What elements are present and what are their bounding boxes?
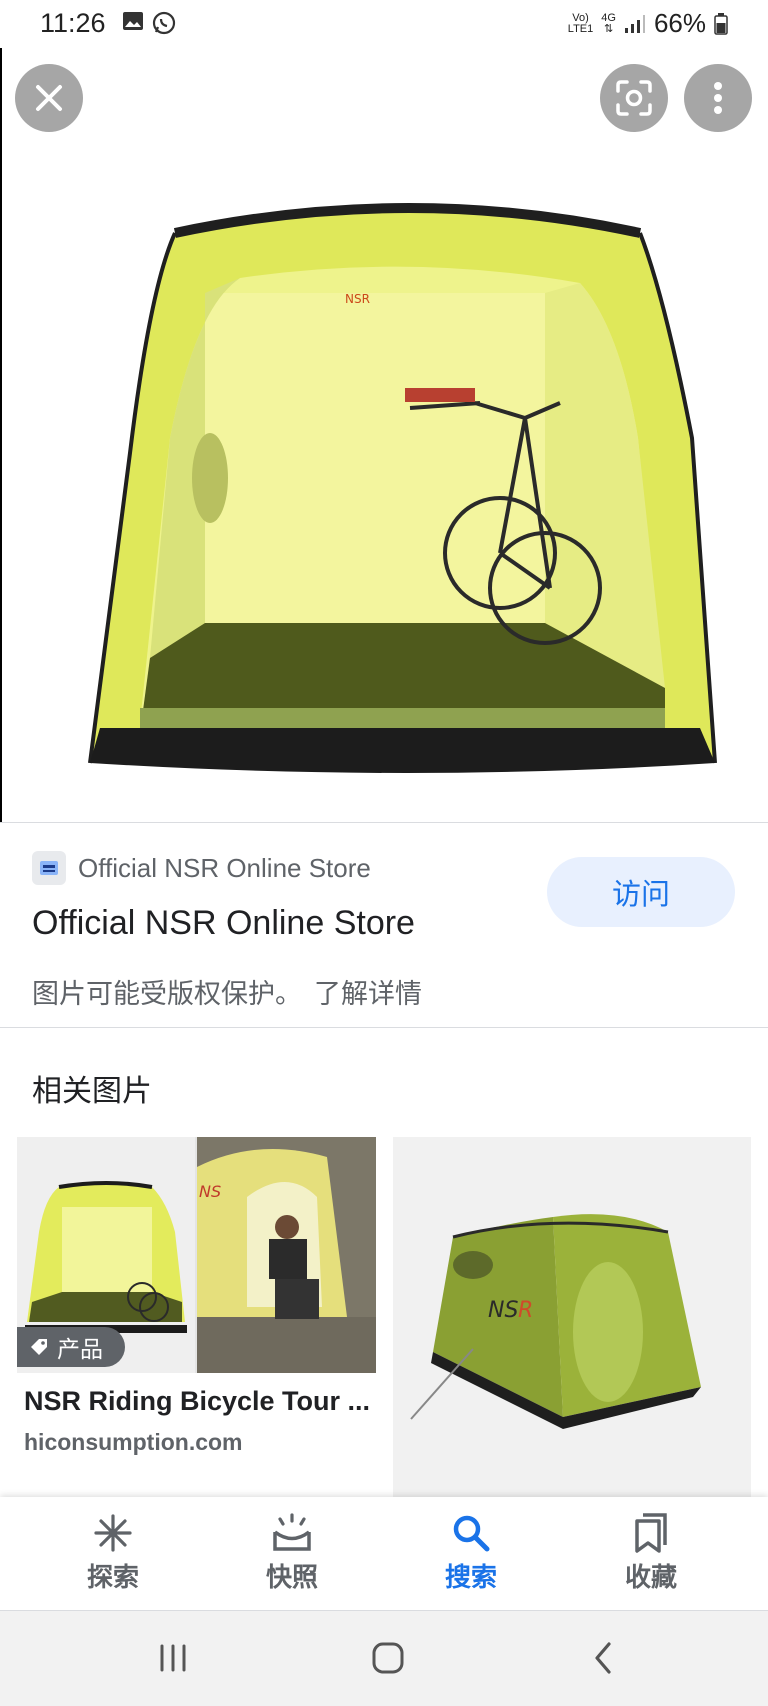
viewer-edge	[0, 48, 2, 823]
nav-collections-label: 收藏	[624, 1563, 677, 1593]
close-icon	[36, 85, 62, 111]
svg-text:NS: NS	[488, 1298, 518, 1323]
visit-button[interactable]: 访问	[547, 857, 735, 927]
more-options-button[interactable]	[684, 64, 752, 132]
search-icon	[453, 1515, 490, 1552]
source-site-name[interactable]: Official NSR Online Store	[78, 853, 371, 884]
system-navigation-bar	[0, 1611, 768, 1706]
rider-thumb-illustration: NS	[197, 1137, 376, 1373]
green-tent-illustration: NS R	[393, 1137, 751, 1497]
recent-apps-icon	[160, 1644, 186, 1672]
related-result-title[interactable]: NSR Riding Bicycle Tour ...	[24, 1386, 370, 1417]
network-type: 4G ⇅	[601, 11, 616, 35]
related-result-image[interactable]: NS R	[393, 1137, 751, 1497]
collections-icon	[635, 1513, 667, 1553]
nav-discover-label: 探索	[86, 1563, 139, 1593]
snapshot-icon	[273, 1513, 311, 1551]
product-badge-label: 产品	[57, 1337, 103, 1363]
learn-more-link[interactable]: 了解详情	[314, 979, 422, 1010]
divider	[0, 1027, 768, 1028]
nav-snapshot-label: 快照	[265, 1563, 318, 1593]
lens-icon	[616, 80, 652, 116]
discover-icon	[94, 1514, 132, 1552]
battery-percent: 66%	[653, 8, 706, 38]
svg-text:NS: NS	[199, 1182, 221, 1201]
whatsapp-icon	[152, 11, 176, 35]
network-type-label: 4G	[601, 11, 616, 24]
bottom-navigation: 探索 快照 搜索 收藏	[0, 1497, 768, 1611]
store-favicon-icon	[40, 861, 58, 875]
nav-collections[interactable]: 收藏	[555, 1497, 747, 1610]
divider	[0, 822, 768, 823]
nav-snapshot[interactable]: 快照	[196, 1497, 388, 1610]
close-button[interactable]	[15, 64, 83, 132]
recent-apps-button[interactable]	[143, 1633, 203, 1683]
home-button[interactable]	[358, 1633, 418, 1683]
gallery-icon	[123, 12, 143, 30]
svg-text:R: R	[518, 1298, 533, 1323]
more-vert-icon	[714, 82, 722, 114]
home-icon	[372, 1642, 404, 1674]
image-viewer[interactable]: NSR	[0, 48, 768, 823]
related-result-domain: hiconsumption.com	[24, 1429, 243, 1455]
signal-icon	[624, 14, 645, 33]
related-thumb-rider: NS	[197, 1137, 376, 1373]
tent-image: NSR	[88, 203, 717, 773]
status-notification-icons	[122, 11, 176, 35]
product-badge: 产品	[17, 1327, 125, 1367]
back-icon	[595, 1642, 611, 1674]
status-bar: 11:26 Vo) LTE1 4G ⇅ 66%	[0, 0, 768, 48]
status-system-icons: Vo) LTE1 4G ⇅ 66%	[568, 8, 728, 39]
volte-top: Vo)	[572, 11, 589, 24]
svg-text:NSR: NSR	[345, 292, 370, 306]
status-time: 11:26	[40, 8, 106, 38]
nav-search[interactable]: 搜索	[375, 1497, 567, 1610]
battery-icon	[714, 12, 728, 35]
back-button[interactable]	[573, 1633, 633, 1683]
tag-icon	[31, 1339, 47, 1355]
nav-search-label: 搜索	[444, 1563, 497, 1593]
source-title[interactable]: Official NSR Online Store	[32, 904, 415, 943]
lens-button[interactable]	[600, 64, 668, 132]
copyright-notice: 图片可能受版权保护。 了解详情	[32, 972, 422, 1011]
network-arrows-icon: ⇅	[604, 22, 614, 35]
related-images-heading: 相关图片	[32, 1074, 152, 1109]
volte-bottom: LTE1	[567, 22, 594, 35]
copyright-text: 图片可能受版权保护。	[32, 979, 302, 1010]
nav-discover[interactable]: 探索	[17, 1497, 209, 1610]
volte-indicator: Vo) LTE1	[567, 11, 594, 35]
source-favicon	[32, 851, 66, 885]
